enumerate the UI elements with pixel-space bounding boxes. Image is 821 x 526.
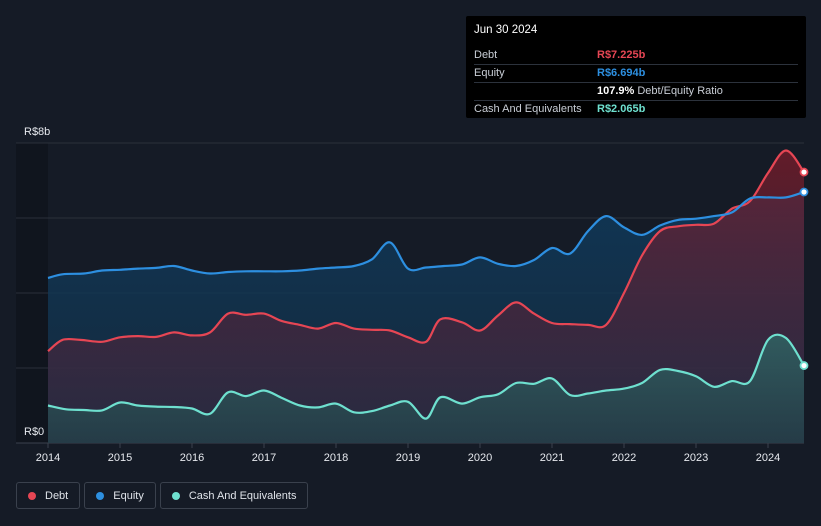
x-tick-label: 2015 — [108, 452, 132, 464]
debt-dot-icon — [28, 491, 36, 500]
x-tick-label: 2017 — [252, 452, 276, 464]
x-tick-label: 2022 — [612, 452, 636, 464]
tooltip-value: R$2.065b — [597, 103, 646, 115]
tooltip-date: Jun 30 2024 — [474, 24, 538, 36]
tooltip-row-ratio: 107.9% Debt/Equity Ratio — [474, 82, 798, 100]
cash-and-equivalents-endpoint-marker — [799, 361, 809, 370]
legend-label: Debt — [45, 489, 69, 502]
x-tick-label: 2014 — [36, 452, 60, 464]
cash-dot-icon — [171, 491, 180, 500]
x-tick-label: 2020 — [468, 452, 492, 464]
legend-item-cash[interactable]: Cash And Equivalents — [159, 482, 309, 509]
legend-label: Equity — [113, 489, 144, 502]
legend-label: Cash And Equivalents — [188, 489, 297, 502]
y-tick-label: R$8b — [24, 126, 50, 138]
x-tick-label: 2016 — [180, 452, 204, 464]
tooltip-label — [474, 83, 597, 100]
x-tick-label: 2021 — [540, 452, 564, 464]
tooltip-label: Equity — [474, 67, 505, 79]
legend: Debt Equity Cash And Equivalents — [16, 482, 309, 509]
legend-item-equity[interactable]: Equity — [84, 482, 156, 509]
tooltip-label: Cash And Equivalents — [474, 103, 582, 115]
x-tick-label: 2023 — [684, 452, 708, 464]
tooltip-row-cash: Cash And Equivalents R$2.065b — [474, 100, 798, 118]
equity-dot-icon — [96, 491, 105, 500]
debt-endpoint-marker — [799, 167, 809, 177]
tooltip-label: Debt — [474, 49, 498, 61]
x-tick-label: 2019 — [396, 452, 420, 464]
tooltip-panel: Jun 30 2024 Debt R$7.225b Equity R$6.694… — [466, 16, 806, 118]
x-tick-label: 2024 — [756, 452, 780, 464]
x-tick-label: 2018 — [324, 452, 348, 464]
x-axis: 2014 2015 2016 2017 2018 2019 2020 2021 2022 2023… — [36, 443, 780, 464]
tooltip-value: R$6.694b — [597, 67, 646, 79]
tooltip-value: R$7.225b — [597, 49, 646, 61]
tooltip-ratio-caption: Debt/Equity Ratio — [637, 85, 723, 97]
tooltip-value: 107.9% — [597, 85, 635, 97]
series-areas — [48, 150, 804, 444]
legend-item-debt[interactable]: Debt — [16, 482, 81, 509]
tooltip-row-equity: Equity R$6.694b — [474, 64, 798, 82]
tooltip-row-debt: Debt R$7.225b — [474, 47, 798, 64]
equity-endpoint-marker — [799, 187, 809, 197]
y-tick-label: R$0 — [24, 426, 44, 438]
